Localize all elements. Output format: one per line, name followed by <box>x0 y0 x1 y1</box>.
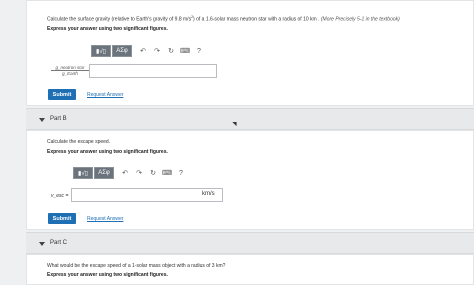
part-a-question: Calculate the surface gravity (relative … <box>47 15 400 23</box>
help-icon[interactable]: ? <box>192 45 206 57</box>
part-a-question-text-end: ) of a 1.6-solar mass neutron star with … <box>193 16 320 23</box>
part-a-question-text: Calculate the surface gravity (relative … <box>47 16 192 23</box>
collapse-triangle-icon[interactable] <box>39 118 45 122</box>
greek-symbols-button[interactable]: ΑΣφ <box>94 167 114 179</box>
reset-icon[interactable]: ↻ <box>164 45 178 57</box>
part-b-panel: Calculate the escape speed. Express your… <box>26 130 474 230</box>
part-b-header[interactable]: Part B <box>26 108 474 130</box>
keyboard-icon[interactable]: ⌨ <box>160 167 174 179</box>
greek-symbols-button[interactable]: ΑΣφ <box>112 45 132 57</box>
part-c-header[interactable]: Part C <box>26 232 474 254</box>
redo-icon[interactable]: ↷ <box>150 45 164 57</box>
part-c-question: What would be the escape speed of a 1-so… <box>47 263 226 269</box>
part-b-math-toolbar: ▮√▯ ΑΣφ ↶ ↷ ↻ ⌨ ? <box>73 166 188 180</box>
templates-button[interactable]: ▮√▯ <box>91 45 111 57</box>
part-c-panel: What would be the escape speed of a 1-so… <box>26 254 474 285</box>
redo-icon[interactable]: ↷ <box>132 167 146 179</box>
part-a-math-toolbar: ▮√▯ ΑΣφ ↶ ↷ ↻ ⌨ ? <box>91 44 206 58</box>
undo-icon[interactable]: ↶ <box>118 167 132 179</box>
keyboard-icon[interactable]: ⌨ <box>178 45 192 57</box>
templates-button[interactable]: ▮√▯ <box>73 167 93 179</box>
part-b-answer-label: v_esc = <box>51 193 69 199</box>
part-c-instruction: Express your answer using two significan… <box>47 272 168 278</box>
undo-icon[interactable]: ↶ <box>136 45 150 57</box>
part-a-submit-button[interactable]: Submit <box>48 89 76 100</box>
part-a-answer-input[interactable] <box>89 64 217 78</box>
part-b-answer-input[interactable] <box>71 188 223 202</box>
help-icon[interactable]: ? <box>174 167 188 179</box>
collapse-triangle-icon[interactable] <box>39 242 45 246</box>
part-b-submit-button[interactable]: Submit <box>48 213 76 224</box>
part-b-request-answer-link[interactable]: Request Answer <box>87 216 123 222</box>
reset-icon[interactable]: ↻ <box>146 167 160 179</box>
part-a-request-answer-link[interactable]: Request Answer <box>87 92 123 98</box>
ratio-denominator-label: g_Earth <box>62 71 78 76</box>
part-b-instruction: Express your answer using two significan… <box>47 149 168 155</box>
part-b-question: Calculate the escape speed. <box>47 139 111 145</box>
part-b-unit: km/s <box>202 191 215 197</box>
part-a-instruction: Express your answer using two significan… <box>47 26 168 32</box>
part-a-panel: Calculate the surface gravity (relative … <box>26 0 474 106</box>
part-c-title: Part C <box>50 240 68 246</box>
part-a-answer-label: g_neutron star g_Earth <box>51 65 89 76</box>
part-b-title: Part B <box>50 116 67 122</box>
part-a-hint: (More Precisely 5-1 in the textbook) <box>320 16 400 23</box>
